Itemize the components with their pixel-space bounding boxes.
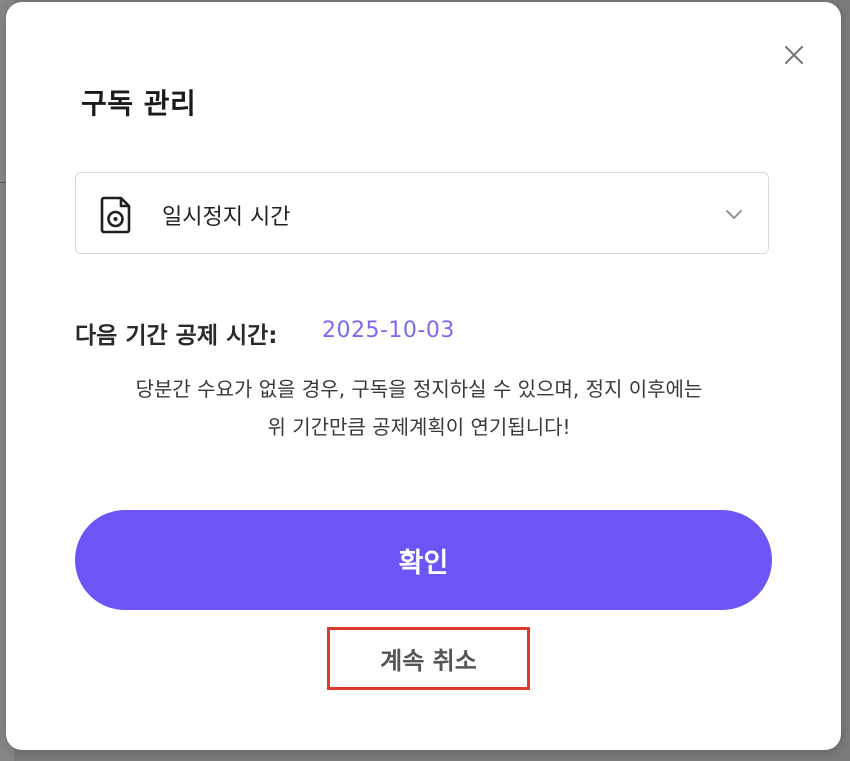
next-deduction-date: 2025-10-03 bbox=[322, 318, 455, 343]
continue-cancel-button[interactable]: 계속 취소 bbox=[327, 627, 530, 690]
description-line-1: 당분간 수요가 없을 경우, 구독을 정지하실 수 있으며, 정지 이후에는 bbox=[135, 377, 703, 401]
select-value: 일시정지 시간 bbox=[162, 205, 291, 230]
chevron-down-icon[interactable] bbox=[724, 204, 744, 224]
pause-duration-select[interactable]: 일시정지 시간 bbox=[75, 172, 769, 254]
confirm-button[interactable]: 확인 bbox=[75, 510, 772, 610]
next-deduction-label: 다음 기간 공제 시간: bbox=[75, 323, 278, 349]
pause-description: 당분간 수요가 없을 경우, 구독을 정지하실 수 있으며, 정지 이후에는 위… bbox=[34, 370, 804, 446]
subscription-dialog: 구독 관리 일시정지 시간 다음 기간 공제 시간: 2025-10-03 당분… bbox=[6, 2, 841, 750]
description-line-2: 위 기간만큼 공제계획이 연기됩니다! bbox=[267, 415, 571, 439]
dialog-title: 구독 관리 bbox=[81, 87, 197, 120]
close-icon[interactable] bbox=[781, 42, 807, 68]
close-button[interactable] bbox=[781, 42, 807, 68]
document-clock-icon bbox=[98, 195, 134, 235]
